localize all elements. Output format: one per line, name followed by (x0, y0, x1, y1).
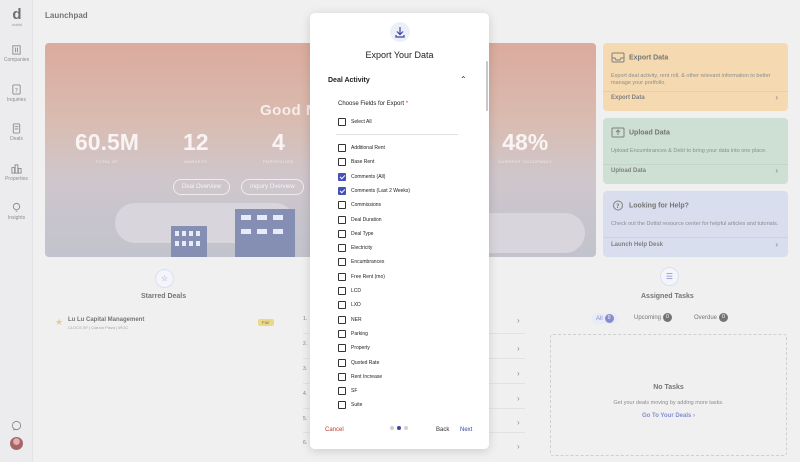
checkbox-label: Comments (Last 2 Weeks) (351, 187, 411, 194)
checkbox-label: Parking (351, 330, 368, 337)
checkbox[interactable] (338, 201, 346, 210)
checkbox-label: Commissions (351, 202, 382, 209)
checkbox-label: Deal Type (351, 230, 374, 237)
checkbox-label: Encumbrances (351, 259, 385, 266)
fields-label-text: Choose Fields for Export (338, 101, 405, 107)
fields-label: Choose Fields for Export * (338, 101, 408, 107)
checkbox-label: Quoted Rate (351, 359, 380, 366)
checkbox-label: Select All (351, 119, 372, 125)
checkbox[interactable] (338, 258, 346, 267)
step-dot-active (397, 426, 401, 430)
checkbox[interactable] (338, 244, 346, 253)
section-header-deal-activity[interactable]: Deal Activity (328, 77, 370, 84)
checkbox[interactable] (338, 229, 346, 238)
checkbox-label: Electricity (351, 245, 373, 252)
scrollbar[interactable] (486, 61, 488, 111)
checkbox[interactable] (338, 401, 346, 410)
export-modal: Export Your Data Deal Activity ⌃ Choose … (310, 13, 489, 449)
checkbox[interactable] (338, 372, 346, 381)
cancel-button[interactable]: Cancel (325, 427, 344, 433)
checkbox[interactable] (338, 329, 346, 338)
checkbox[interactable] (338, 215, 346, 224)
checkbox-label: LXD (351, 302, 361, 309)
checkbox-label: Additional Rent (351, 145, 385, 151)
checkbox-label: Rent Increase (351, 373, 383, 380)
checkbox-label: NER (351, 316, 362, 323)
checkbox[interactable] (338, 315, 346, 324)
modal-title: Export Your Data (365, 50, 434, 60)
back-button[interactable]: Back (436, 427, 449, 433)
checkbox[interactable] (338, 301, 346, 310)
checkbox[interactable] (338, 186, 346, 195)
checkbox[interactable] (338, 358, 346, 367)
checkbox[interactable] (338, 387, 346, 396)
download-icon (390, 22, 410, 42)
checkbox[interactable] (338, 158, 346, 167)
checkbox-label: LCD (351, 288, 362, 294)
checkbox[interactable] (338, 287, 346, 295)
checkbox[interactable] (338, 118, 346, 126)
checkbox-label: Suite (351, 402, 363, 409)
checkbox[interactable] (338, 172, 346, 181)
required-mark: * (405, 101, 409, 107)
checkbox-label: Base Rent (351, 159, 375, 166)
step-indicator (390, 417, 411, 435)
chevron-up-icon[interactable]: ⌃ (460, 75, 467, 84)
checkbox-label: Free Rent (mo) (351, 273, 385, 280)
step-dot (404, 426, 408, 430)
checkbox[interactable] (338, 344, 346, 353)
checkbox[interactable] (338, 272, 346, 281)
checkbox-label: Property (351, 345, 370, 352)
step-dot (390, 426, 394, 430)
next-button[interactable]: Next (460, 427, 472, 433)
checkbox[interactable] (338, 144, 346, 152)
checkbox-label: Deal Duration (351, 216, 382, 223)
divider (336, 134, 458, 135)
checkbox-label: SF (351, 388, 358, 395)
checkbox-label: Comments (All) (351, 173, 386, 180)
